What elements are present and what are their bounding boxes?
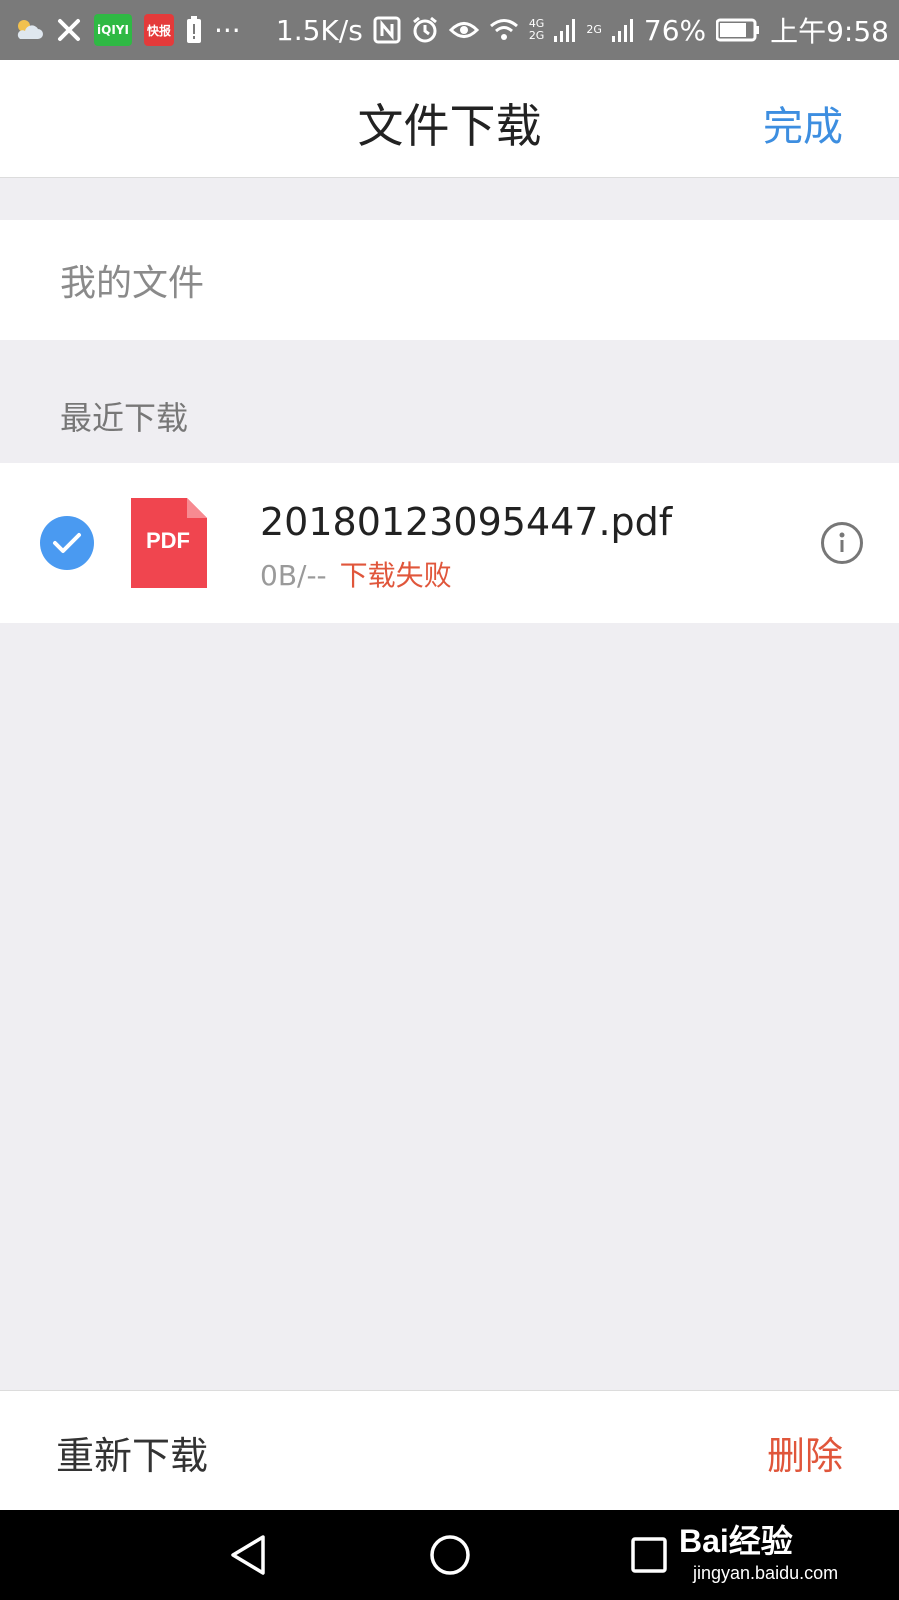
- alarm-icon: [411, 14, 439, 46]
- my-files-entry[interactable]: 我的文件: [0, 220, 899, 340]
- selected-checkbox[interactable]: [40, 516, 94, 570]
- battery-alert-icon: [186, 14, 202, 46]
- recents-square-icon[interactable]: [624, 1530, 674, 1580]
- header-bar: 文件下载 完成: [0, 60, 899, 178]
- delete-button[interactable]: 删除: [767, 1425, 843, 1480]
- bottom-action-bar: 重新下载 删除: [0, 1390, 899, 1510]
- network-type-2: 2G: [586, 23, 602, 36]
- status-bar-left: iQIYI 快报 ···: [14, 14, 241, 47]
- info-icon[interactable]: [821, 522, 863, 564]
- clock: 上午9:58: [770, 15, 889, 48]
- network-type-bottom: 2G: [528, 29, 545, 42]
- watermark-main: Bai经验: [679, 1523, 793, 1559]
- news-app-icon: 快报: [143, 14, 174, 46]
- network-type: 4G 2G: [529, 18, 545, 42]
- file-name: 20180123095447.pdf: [260, 500, 673, 544]
- recent-downloads-heading: 最近下载: [60, 399, 189, 437]
- status-bar: iQIYI 快报 ··· 1.5K/s 4G 2G 2G 76% 上午9:58: [0, 0, 899, 60]
- checkmark-icon: [53, 533, 81, 553]
- file-meta: 0B/-- 下载失败: [260, 554, 452, 594]
- pdf-icon-label: PDF: [146, 528, 190, 553]
- back-triangle-icon[interactable]: [224, 1530, 274, 1580]
- battery-icon: [716, 14, 760, 46]
- iqiyi-app-icon: iQIYI: [94, 14, 132, 46]
- status-bar-right: 1.5K/s 4G 2G 2G 76% 上午9:58: [276, 10, 889, 50]
- pdf-file-icon: PDF: [131, 498, 207, 588]
- nfc-icon: [373, 14, 401, 46]
- signal-icon: [554, 14, 576, 46]
- signal-2-icon: [611, 14, 634, 46]
- eye-comfort-icon: [448, 14, 479, 46]
- baidu-jingyan-watermark: Bai经验 jingyan.baidu.com: [679, 1508, 859, 1596]
- x-notification-icon: [56, 14, 82, 46]
- battery-percent: 76%: [643, 13, 707, 47]
- download-status: 下载失败: [339, 559, 452, 592]
- my-files-label: 我的文件: [60, 263, 205, 304]
- more-notifications: ···: [213, 13, 241, 47]
- watermark-sub: jingyan.baidu.com: [693, 1563, 839, 1583]
- file-size: 0B/--: [260, 559, 327, 592]
- net-speed: 1.5K/s: [275, 13, 363, 47]
- wifi-icon: [489, 14, 519, 46]
- weather-cloudy-icon: [14, 14, 44, 46]
- redownload-button[interactable]: 重新下载: [56, 1425, 208, 1480]
- done-button[interactable]: 完成: [763, 94, 843, 152]
- home-circle-icon[interactable]: [425, 1530, 475, 1580]
